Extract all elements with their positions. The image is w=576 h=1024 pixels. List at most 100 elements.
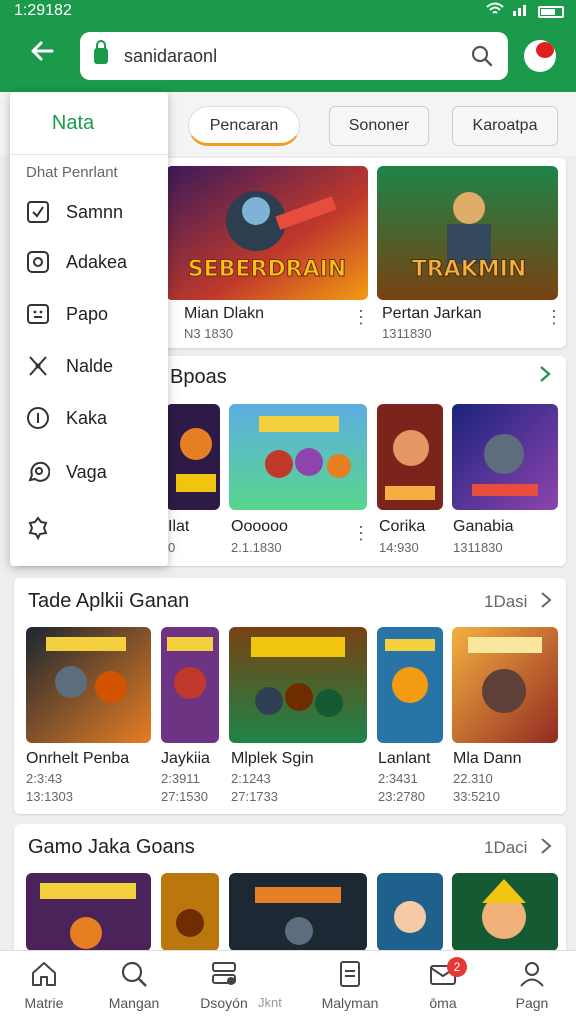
app-name[interactable]: Mlplek Sgin — [231, 750, 314, 768]
app-tile[interactable] — [377, 404, 443, 510]
nav-label: Pagn — [515, 995, 549, 1011]
drawer-item-settings[interactable] — [26, 508, 166, 548]
app-tile[interactable] — [377, 873, 443, 951]
app-tile[interactable] — [452, 404, 558, 510]
drawer-item-label: Adakea — [66, 251, 128, 272]
app-tile[interactable] — [229, 627, 367, 743]
app-name[interactable]: Jaykiia — [161, 750, 210, 768]
app-name[interactable]: Onrhelt Penba — [26, 750, 129, 768]
chevron-right-icon[interactable] — [538, 364, 552, 389]
see-more-link[interactable]: 1Dasi — [484, 592, 527, 612]
nav-label: Matrie — [24, 995, 64, 1011]
drawer-item-papo[interactable]: Papo — [26, 294, 166, 334]
chip-karoatpa[interactable]: Karoatpa — [452, 106, 558, 146]
drawer-item-label: Nalde — [66, 355, 114, 376]
chevron-right-icon[interactable] — [540, 590, 552, 615]
app-meta: 1311830 — [453, 540, 503, 555]
app-name[interactable]: Mla Dann — [453, 750, 521, 768]
search-bar[interactable]: sanidaraonl — [80, 32, 508, 80]
side-drawer: Nata Dhat Penrlant Samnn Adakea Papo Nal… — [10, 92, 168, 566]
see-more-link[interactable]: 1Daci — [484, 838, 527, 858]
section-title: Gamo Jaka Goans — [28, 836, 195, 858]
chevron-right-icon[interactable] — [540, 836, 552, 861]
app-tile[interactable] — [452, 873, 558, 951]
app-meta: 2:1243 — [231, 771, 271, 786]
document-icon — [340, 961, 360, 987]
app-tile[interactable] — [161, 627, 219, 743]
status-icons — [486, 2, 564, 21]
drawer-item-label: Papo — [66, 303, 109, 324]
drawer-item-kaka[interactable]: Kaka — [26, 398, 166, 438]
more-options-icon[interactable]: ⋮ — [352, 524, 370, 542]
app-meta: 2:3:43 — [26, 771, 63, 786]
chip-pencaran[interactable]: Pencaran — [188, 106, 300, 146]
drawer-title: Nata — [51, 112, 95, 134]
search-icon[interactable] — [470, 44, 494, 68]
lock-icon — [94, 40, 108, 64]
app-name[interactable]: Ganabia — [453, 518, 514, 536]
checkbox-icon — [27, 201, 49, 223]
drawer-item-adakea[interactable]: Adakea — [26, 242, 166, 282]
app-name[interactable]: Ilat — [168, 518, 189, 536]
svg-text:TRAKMIN: TRAKMIN — [412, 257, 527, 282]
section-title: Bpoas — [170, 366, 227, 388]
bottom-navigation: Matrie Mangan Dsoyón Jknt Malyman 2 ōma … — [0, 950, 576, 1024]
battery-icon — [538, 5, 564, 18]
featured-name-1[interactable]: Mian Dlakn — [184, 305, 264, 323]
chat-icon — [28, 461, 50, 482]
avatar[interactable] — [524, 40, 556, 72]
search-input[interactable]: sanidaraonl — [124, 46, 470, 67]
face-icon — [27, 304, 49, 324]
home-icon — [32, 962, 56, 986]
more-options-icon[interactable]: ⋮ — [545, 308, 563, 326]
back-button[interactable] — [22, 36, 62, 76]
featured-name-2[interactable]: Pertan Jarkan — [382, 305, 482, 323]
app-meta: 23:2780 — [378, 789, 425, 804]
app-tile[interactable] — [452, 627, 558, 743]
app-header: 1:29182 sanidaraonl — [0, 0, 576, 92]
app-tile[interactable] — [161, 873, 219, 951]
info-icon — [27, 407, 49, 429]
app-icon — [27, 251, 49, 273]
nav-search[interactable]: Mangan — [94, 959, 174, 1011]
more-options-icon[interactable]: ⋮ — [352, 308, 370, 326]
featured-meta-1: N3 1830 — [184, 326, 234, 341]
nav-documents[interactable]: Malyman — [310, 959, 390, 1011]
app-tile[interactable] — [26, 627, 151, 743]
drawer-item-nalde[interactable]: Nalde — [26, 346, 166, 386]
network-icon — [29, 356, 47, 376]
app-name[interactable]: Oooooo — [231, 518, 288, 536]
nav-library[interactable]: Dsoyón — [184, 959, 264, 1011]
app-meta: 0 — [168, 540, 176, 555]
app-tile[interactable] — [166, 404, 220, 510]
drawer-item-samnn[interactable]: Samnn — [26, 192, 166, 232]
app-name[interactable]: Corika — [379, 518, 425, 536]
app-name[interactable]: Lanlant — [378, 750, 431, 768]
svg-text:SEBERDRAIN: SEBERDRAIN — [188, 257, 346, 282]
app-tile[interactable] — [229, 404, 367, 510]
nav-label: Malyman — [321, 995, 379, 1011]
nav-label: Mangan — [108, 995, 160, 1011]
arrow-left-icon — [31, 41, 54, 61]
nav-inbox[interactable]: 2 ōma — [403, 957, 483, 1011]
featured-banner-2[interactable]: TRAKMIN — [377, 166, 558, 300]
app-tile[interactable] — [26, 873, 151, 951]
app-tile[interactable] — [377, 627, 443, 743]
app-meta: 27:1733 — [231, 789, 278, 804]
section-title: Tade Aplkii Ganan — [28, 590, 190, 612]
nav-profile[interactable]: Pagn — [492, 959, 572, 1011]
app-meta: 14:930 — [379, 540, 419, 555]
person-icon — [520, 962, 544, 987]
drawer-item-label: Vaga — [66, 461, 107, 482]
search-icon — [121, 961, 147, 987]
nav-home[interactable]: Matrie — [4, 959, 84, 1011]
featured-banner-1[interactable]: SEBERDRAIN — [166, 166, 368, 300]
app-meta: 33:5210 — [453, 789, 500, 804]
status-time: 1:29182 — [14, 2, 72, 19]
status-bar: 1:29182 — [0, 0, 576, 24]
drawer-item-vaga[interactable]: Vaga — [26, 452, 166, 492]
app-tile[interactable] — [229, 873, 367, 951]
chip-sononer[interactable]: Sononer — [329, 106, 429, 146]
nav-extra-text: Jknt — [258, 995, 282, 1010]
app-meta: 2:3431 — [378, 771, 418, 786]
